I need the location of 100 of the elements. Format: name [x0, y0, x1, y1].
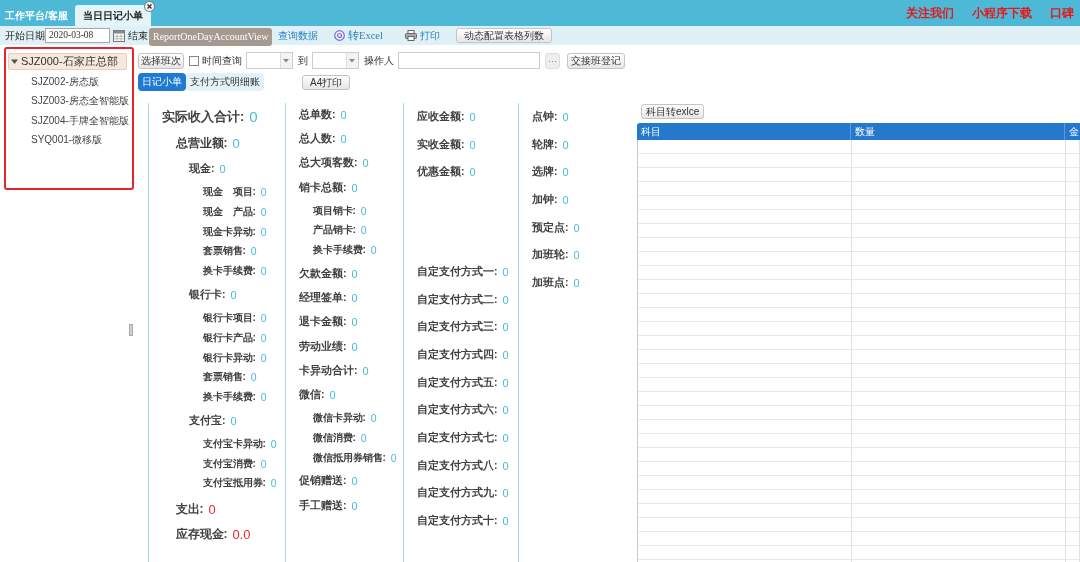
- tree-item[interactable]: SJZ000-石家庄总部: [8, 53, 127, 70]
- summary-label: 卡异动合计:: [299, 363, 358, 378]
- summary-value: 0: [573, 221, 580, 234]
- summary-label: 总单数:: [299, 108, 336, 123]
- time-query-label: 时间查询: [202, 53, 242, 68]
- operator-field[interactable]: [398, 52, 540, 69]
- summary-label: 劳动业绩:: [299, 339, 347, 354]
- end-date-label: 结束: [128, 28, 148, 43]
- summary-value: 0: [502, 515, 509, 528]
- start-date-field[interactable]: 2020-03-08: [45, 28, 110, 43]
- summary-label: 套票销售:: [202, 370, 246, 385]
- query-link[interactable]: 查询数据: [278, 28, 318, 43]
- page-tab[interactable]: 当日日记小单: [74, 5, 151, 26]
- summary-value: 0: [573, 276, 580, 289]
- summary-value: 0: [360, 431, 367, 444]
- summary-value: 0: [230, 289, 237, 302]
- summary-label: 微信:: [299, 388, 325, 403]
- caret-icon[interactable]: [11, 58, 18, 65]
- summary-value: 0: [351, 268, 358, 281]
- summary-label: 支付宝消费:: [202, 456, 256, 471]
- summary-value: 0: [260, 391, 267, 403]
- summary-label: 自定支付方式二:: [417, 292, 498, 307]
- summary-label: 轮牌:: [532, 137, 558, 152]
- summary-value: 0: [260, 265, 267, 278]
- summary-value: 0: [329, 389, 336, 402]
- summary-label: 支付宝抵用券:: [202, 476, 266, 491]
- summary-value: 0: [351, 316, 358, 329]
- report-tab[interactable]: 日记小单: [138, 73, 186, 91]
- summary-label: 微信消费:: [312, 430, 356, 445]
- summary-value: 0: [573, 249, 580, 262]
- summary-value: 0: [562, 138, 569, 151]
- summary-value: 0: [230, 414, 237, 427]
- tree-item[interactable]: SYQ001-微移版: [8, 130, 127, 150]
- summary-label: 支付宝卡异动:: [202, 436, 266, 451]
- summary-value: 0: [390, 451, 397, 464]
- summary-label: 套票销售:: [202, 244, 246, 259]
- summary-label: 欠款金额:: [299, 267, 347, 282]
- summary-label: 自定支付方式十:: [417, 514, 498, 529]
- summary-label: 自定支付方式六:: [417, 403, 498, 418]
- splitter-handle[interactable]: [129, 324, 133, 336]
- summary-label: 现金:: [189, 162, 215, 177]
- time-query-checkbox[interactable]: [189, 55, 199, 66]
- summary-label: 现金卡异动:: [202, 224, 256, 239]
- summary-label: 点钟:: [532, 109, 558, 124]
- summary-label: 换卡手续费:: [202, 390, 256, 404]
- summary-value: 0: [260, 331, 267, 344]
- excel-export-link[interactable]: 转Excel: [334, 28, 383, 43]
- summary-label: 总人数:: [299, 132, 336, 147]
- summary-label: 项目销卡:: [312, 203, 356, 218]
- summary-label: 退卡金额:: [299, 315, 347, 330]
- summary-value: 0: [270, 477, 277, 490]
- start-date-label: 开始日期: [5, 28, 45, 43]
- close-icon[interactable]: [143, 1, 155, 12]
- ring-icon: [334, 30, 345, 41]
- summary-value: 0: [562, 166, 569, 179]
- summary-value: 0: [351, 292, 358, 305]
- summary-label: 加班轮:: [532, 248, 569, 263]
- summary-value: 0: [249, 108, 258, 125]
- summary-value: 0: [502, 293, 509, 306]
- summary-label: 支付宝:: [189, 413, 226, 428]
- summary-label: 现金 项目:: [202, 185, 256, 200]
- summary-value: 0: [219, 163, 226, 176]
- shift-select-button[interactable]: 选择班次: [138, 52, 184, 69]
- summary-label: 自定支付方式三:: [417, 320, 498, 335]
- summary-value: 0: [250, 245, 257, 258]
- summary-value: 0: [502, 432, 509, 445]
- column-config-button[interactable]: 动态配置表格列数: [455, 28, 552, 43]
- tree-item[interactable]: SJZ004-手牌全智能版: [8, 111, 127, 131]
- range-label: 到: [298, 53, 308, 68]
- handover-button[interactable]: 交接班登记: [567, 52, 625, 69]
- summary-label: 银行卡异动:: [202, 350, 256, 365]
- summary-value: 0: [208, 502, 216, 518]
- summary-value: 0: [502, 404, 509, 417]
- summary-value: 0: [502, 265, 509, 278]
- more-button[interactable]: ···: [545, 52, 560, 69]
- caret-icon: [346, 53, 358, 68]
- summary-value: 0: [502, 321, 509, 334]
- summary-value: 0: [260, 312, 267, 324]
- summary-value: 0: [502, 459, 509, 472]
- print-button[interactable]: A4打印: [302, 74, 351, 90]
- export-button[interactable]: 科目转exlce: [641, 104, 705, 119]
- summary-value: 0: [260, 351, 267, 364]
- tree-item[interactable]: SJZ002-房态版: [8, 72, 127, 92]
- summary-value: 0.0: [232, 527, 251, 543]
- summary-value: 0: [502, 487, 509, 500]
- summary-label: 促销赠送:: [299, 474, 347, 489]
- print-link[interactable]: 打印: [404, 28, 440, 43]
- summary-label: 选牌:: [532, 165, 558, 180]
- summary-value: 0: [562, 110, 569, 123]
- column-header: 金: [1068, 125, 1080, 139]
- tree-item[interactable]: SJZ003-房态全智能版: [8, 91, 127, 111]
- summary-label: 经理签单:: [299, 291, 347, 306]
- calendar-icon[interactable]: [113, 29, 125, 42]
- summary-value: 0: [469, 138, 476, 151]
- summary-label: 自定支付方式七:: [417, 431, 498, 446]
- summary-value: 0: [469, 166, 476, 179]
- summary-value: 0: [351, 499, 358, 512]
- report-tab[interactable]: 支付方式明细账: [186, 73, 264, 91]
- summary-label: 微信抵用券销售:: [312, 450, 386, 465]
- printer-icon: [404, 30, 417, 41]
